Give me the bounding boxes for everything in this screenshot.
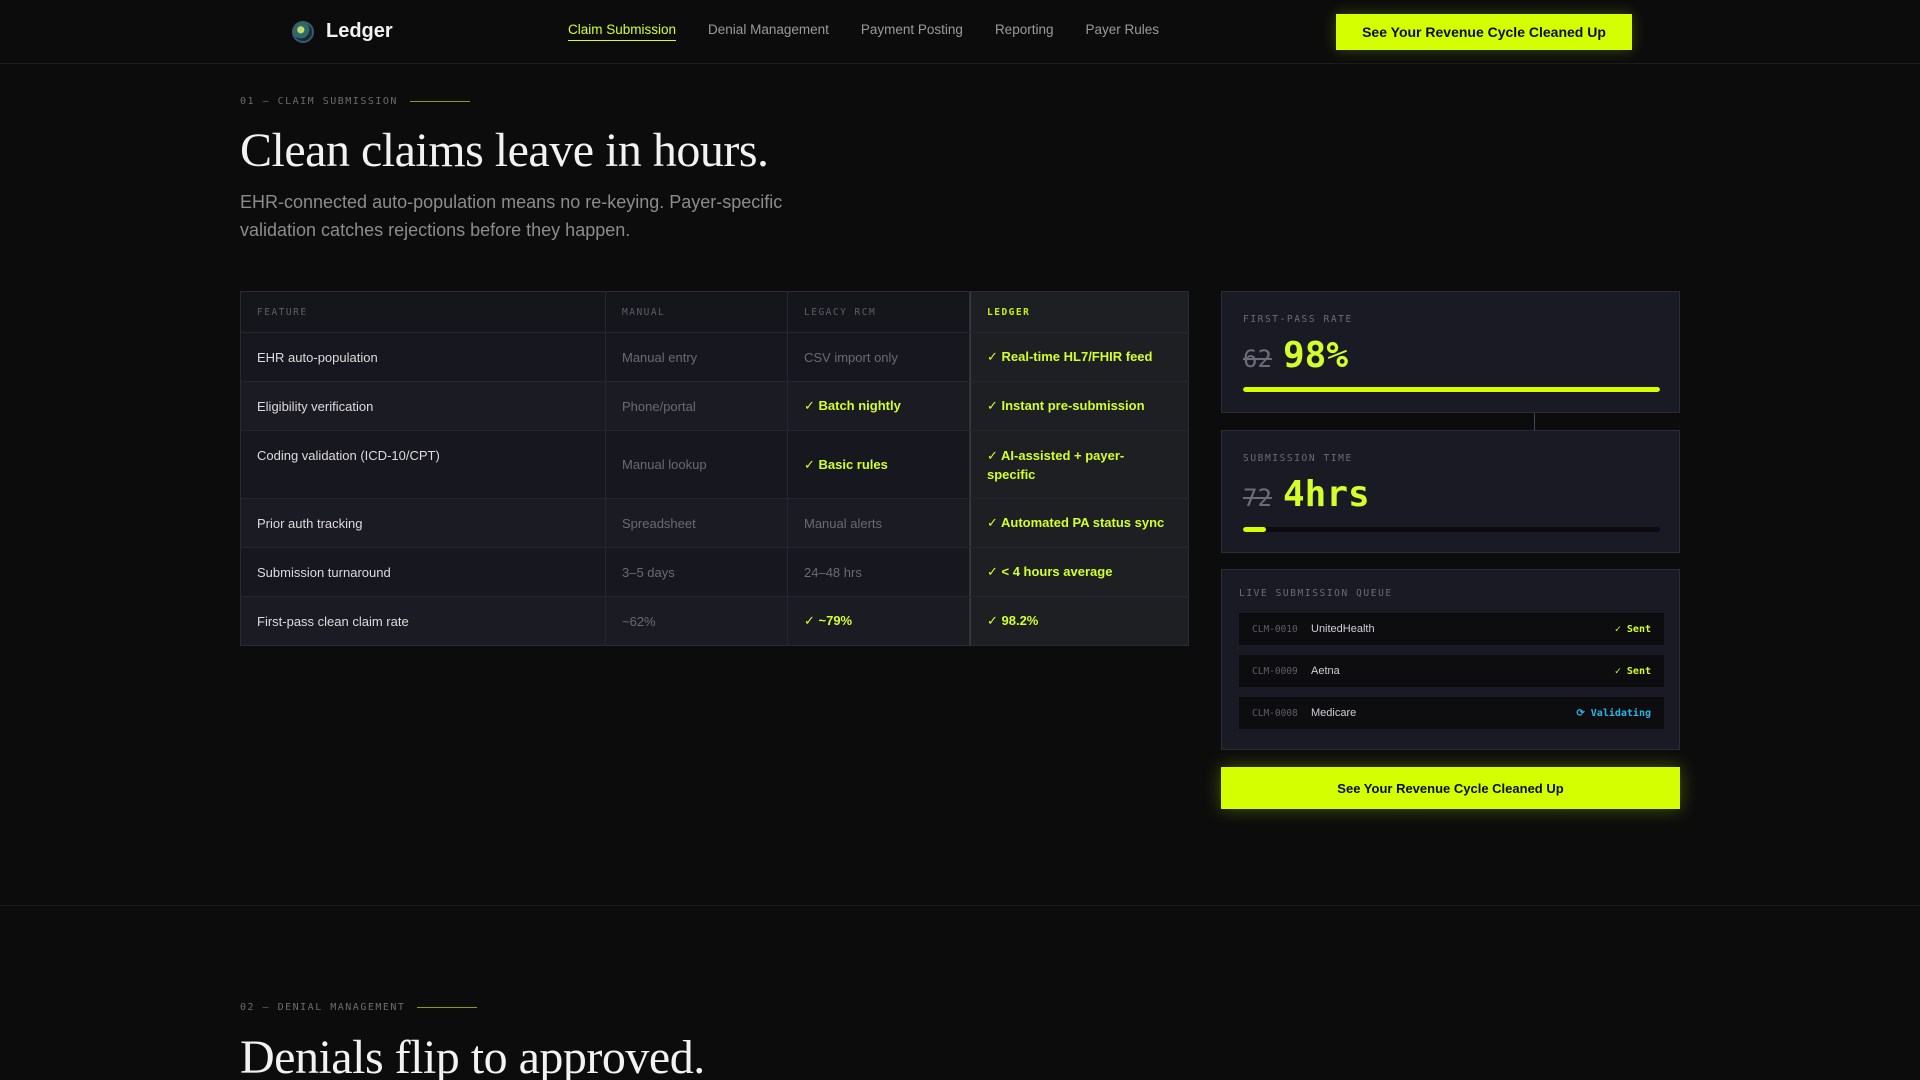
queue-claim-id: CLM-0010 <box>1252 623 1298 635</box>
brand-name: Ledger <box>326 20 393 42</box>
header-ledger: LEDGER <box>970 292 1188 332</box>
table-header-row: FEATURE MANUAL LEGACY RCM LEDGER <box>241 292 1188 332</box>
manual-cell: Manual lookup <box>606 431 788 498</box>
submission-time-card: SUBMISSION TIME 72 4hrs <box>1221 430 1680 553</box>
first-pass-label: FIRST-PASS RATE <box>1243 314 1353 325</box>
section2-title: Denials flip to approved. <box>240 1031 705 1080</box>
table-row: Coding validation (ICD-10/CPT) Manual lo… <box>241 430 1188 498</box>
legacy-cell: ✓ Batch nightly <box>788 382 970 430</box>
manual-cell: ~62% <box>606 597 788 645</box>
feature-cell: Prior auth tracking <box>241 499 606 547</box>
comparison-table: FEATURE MANUAL LEGACY RCM LEDGER EHR aut… <box>240 291 1189 646</box>
queue-item[interactable]: CLM-0010 UnitedHealth ✓ Sent <box>1239 613 1664 645</box>
queue-payer: Aetna <box>1311 665 1340 677</box>
legacy-cell: 24–48 hrs <box>788 548 970 596</box>
feature-cell: EHR auto-population <box>241 333 606 381</box>
queue-item[interactable]: CLM-0009 Aetna ✓ Sent <box>1239 655 1664 687</box>
feature-cell: First-pass clean claim rate <box>241 597 606 645</box>
ledger-cell: ✓ < 4 hours average <box>970 548 1188 596</box>
table-row: Eligibility verification Phone/portal ✓ … <box>241 381 1188 430</box>
top-nav: Ledger Claim Submission Denial Managemen… <box>0 0 1920 64</box>
nav-link-reporting[interactable]: Reporting <box>995 22 1054 41</box>
manual-cell: Phone/portal <box>606 382 788 430</box>
feature-cell: Submission turnaround <box>241 548 606 596</box>
manual-cell: Manual entry <box>606 333 788 381</box>
table-row: Prior auth tracking Spreadsheet Manual a… <box>241 498 1188 547</box>
globe-logo-icon <box>292 20 314 43</box>
queue-payer: UnitedHealth <box>1311 623 1375 635</box>
ledger-cell: ✓ Instant pre-submission <box>970 382 1188 430</box>
header-legacy: LEGACY RCM <box>788 292 970 332</box>
feature-cell: Eligibility verification <box>241 382 606 430</box>
first-pass-bar-fill <box>1243 387 1660 392</box>
submission-time-new-value: 4hrs <box>1283 474 1370 515</box>
nav-cta-button[interactable]: See Your Revenue Cycle Cleaned Up <box>1336 14 1632 50</box>
queue-item[interactable]: CLM-0008 Medicare ⟳ Validating <box>1239 697 1664 729</box>
section-lede: EHR-connected auto-population means no r… <box>240 192 783 240</box>
header-manual: MANUAL <box>606 292 788 332</box>
submission-time-bar-fill <box>1243 527 1266 532</box>
eyebrow-text: 02 — DENIAL MANAGEMENT <box>240 1002 406 1013</box>
manual-cell: 3–5 days <box>606 548 788 596</box>
queue-status: ⟳ Validating <box>1576 707 1651 719</box>
first-pass-old-value: 62 <box>1243 345 1272 373</box>
queue-status: ✓ Sent <box>1614 623 1651 635</box>
legacy-cell: ✓ Basic rules <box>788 431 970 498</box>
header-feature: FEATURE <box>241 292 606 332</box>
section-divider <box>0 905 1920 906</box>
nav-links: Claim Submission Denial Management Payme… <box>568 22 1159 41</box>
queue-claim-id: CLM-0008 <box>1252 707 1298 719</box>
eyebrow-rule <box>417 1007 478 1008</box>
table-row: Submission turnaround 3–5 days 24–48 hrs… <box>241 547 1188 596</box>
queue-payer: Medicare <box>1311 707 1357 719</box>
nav-link-claim-submission[interactable]: Claim Submission <box>568 22 677 41</box>
brand[interactable]: Ledger <box>292 20 393 43</box>
submission-time-bar <box>1243 527 1660 532</box>
queue-status: ✓ Sent <box>1614 665 1651 677</box>
first-pass-card: FIRST-PASS RATE 62 98% <box>1221 291 1680 413</box>
section2-eyebrow: 02 — DENIAL MANAGEMENT <box>240 1002 478 1013</box>
submission-time-old-value: 72 <box>1243 484 1272 512</box>
first-pass-bar <box>1243 387 1660 392</box>
card-connector <box>1534 413 1535 430</box>
table-row: First-pass clean claim rate ~62% ✓ ~79% … <box>241 596 1188 645</box>
legacy-cell: Manual alerts <box>788 499 970 547</box>
eyebrow-rule <box>409 101 470 102</box>
live-queue-card: LIVE SUBMISSION QUEUE CLM-0010 UnitedHea… <box>1221 569 1680 750</box>
first-pass-new-value: 98% <box>1283 335 1349 376</box>
revenue-cycle-cta-button[interactable]: See Your Revenue Cycle Cleaned Up <box>1221 767 1680 809</box>
nav-link-payment-posting[interactable]: Payment Posting <box>861 22 963 41</box>
ledger-cell: ✓ Automated PA status sync <box>970 499 1188 547</box>
nav-link-payer-rules[interactable]: Payer Rules <box>1085 22 1159 41</box>
section-eyebrow: 01 — CLAIM SUBMISSION <box>240 96 470 107</box>
eyebrow-text: 01 — CLAIM SUBMISSION <box>240 96 398 107</box>
ledger-cell: ✓ AI-assisted + payer-specific <box>970 431 1188 498</box>
ledger-cell: ✓ Real-time HL7/FHIR feed <box>970 333 1188 381</box>
nav-link-denial-management[interactable]: Denial Management <box>708 22 829 41</box>
section-title: Clean claims leave in hours. <box>240 124 769 177</box>
ledger-cell: ✓ 98.2% <box>970 597 1188 645</box>
live-queue-label: LIVE SUBMISSION QUEUE <box>1239 588 1393 599</box>
legacy-cell: CSV import only <box>788 333 970 381</box>
feature-cell: Coding validation (ICD-10/CPT) <box>241 431 606 498</box>
table-row: EHR auto-population Manual entry CSV imp… <box>241 332 1188 381</box>
queue-claim-id: CLM-0009 <box>1252 665 1298 677</box>
submission-time-label: SUBMISSION TIME <box>1243 453 1353 464</box>
legacy-cell: ✓ ~79% <box>788 597 970 645</box>
manual-cell: Spreadsheet <box>606 499 788 547</box>
